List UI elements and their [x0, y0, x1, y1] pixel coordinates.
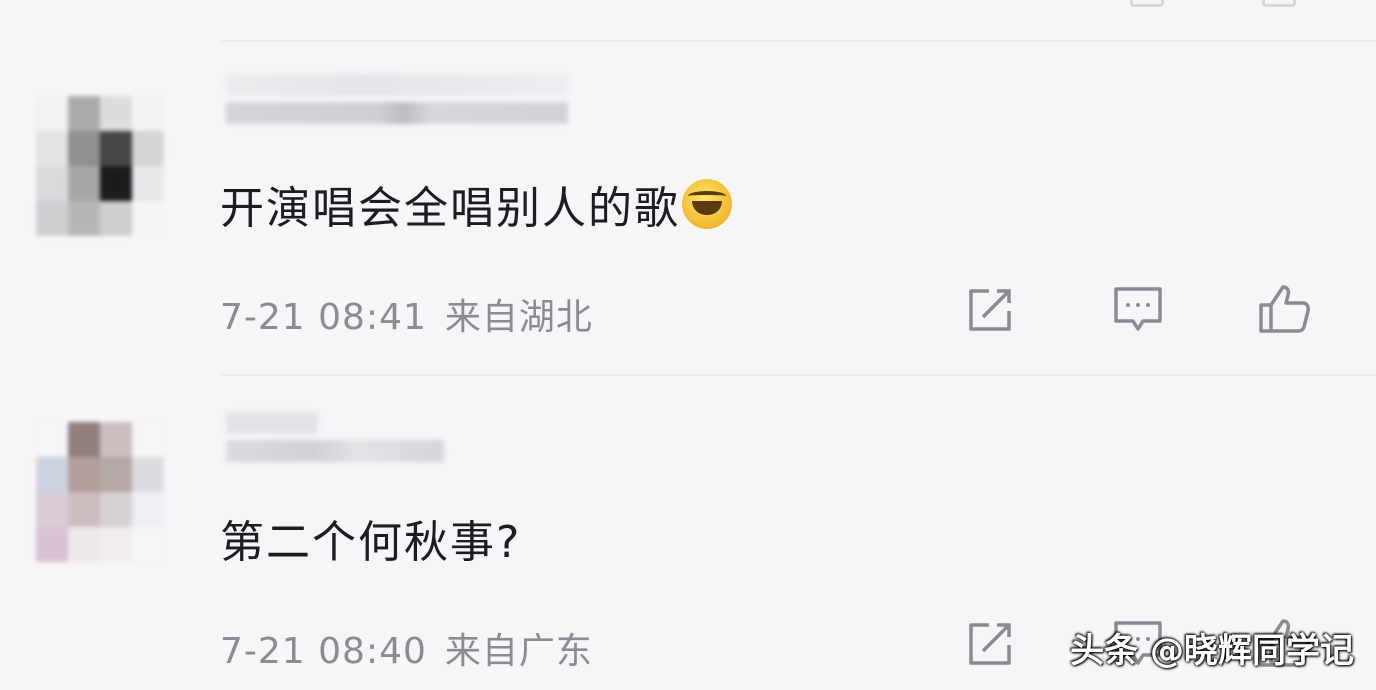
comment-location: 来自湖北	[444, 297, 593, 338]
like-button[interactable]	[1256, 282, 1312, 338]
comment-button[interactable]	[1110, 282, 1166, 338]
username-redacted[interactable]	[226, 412, 444, 464]
top-cut-icon	[1130, 0, 1164, 7]
laughing-crying-emoji-icon	[682, 179, 732, 229]
comment-location: 来自广东	[444, 631, 593, 672]
comment-text: 第二个何秋事?	[220, 506, 521, 570]
comment-item: 开演唱会全唱别人的歌 7-21 08:41 来自湖北	[0, 60, 1376, 360]
comment-icon	[1114, 287, 1162, 331]
comments-feed: 开演唱会全唱别人的歌 7-21 08:41 来自湖北 第二个何秋事? 7-21 …	[0, 0, 1376, 690]
thumbs-up-icon	[1259, 285, 1310, 333]
share-icon	[969, 289, 1011, 331]
comment-text-content: 开演唱会全唱别人的歌	[220, 183, 680, 234]
divider	[222, 40, 1376, 42]
repost-button[interactable]	[962, 616, 1018, 672]
comment-meta: 7-21 08:40 来自广东	[220, 622, 593, 674]
avatar[interactable]	[36, 96, 164, 236]
comment-meta: 7-21 08:41 来自湖北	[220, 288, 593, 340]
comment-time: 7-21 08:40	[220, 631, 427, 672]
share-icon	[969, 623, 1011, 665]
comment-text-content: 第二个何秋事?	[220, 517, 522, 568]
avatar[interactable]	[36, 422, 164, 562]
watermark: 头条 @晓辉同学记	[1070, 631, 1354, 671]
comment-time: 7-21 08:41	[220, 297, 427, 338]
top-cut-icon	[1262, 0, 1296, 7]
repost-button[interactable]	[962, 282, 1018, 338]
comment-text: 开演唱会全唱别人的歌	[220, 172, 732, 236]
username-redacted[interactable]	[226, 74, 568, 126]
divider	[222, 374, 1376, 376]
